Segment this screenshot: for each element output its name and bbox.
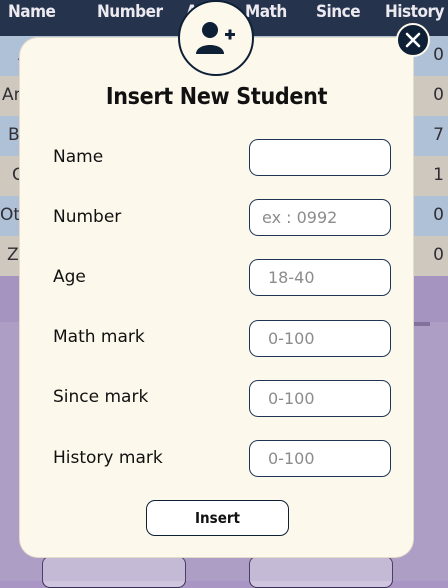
age-label: Age [53, 267, 86, 287]
insert-student-modal [20, 38, 413, 557]
modal-title: Insert New Student [105, 84, 328, 110]
number-input[interactable] [249, 199, 391, 236]
name-label: Name [53, 147, 104, 167]
close-icon [405, 32, 421, 48]
close-button[interactable] [396, 23, 430, 57]
insert-button[interactable]: Insert [146, 500, 289, 536]
math-mark-input[interactable] [249, 320, 391, 357]
since-mark-input[interactable] [249, 380, 391, 417]
add-user-icon [196, 22, 235, 54]
history-mark-label: History mark [53, 448, 163, 468]
history-mark-input[interactable] [249, 440, 391, 477]
number-label: Number [53, 207, 122, 227]
name-input[interactable] [249, 139, 391, 176]
age-input[interactable] [249, 259, 391, 296]
math-mark-label: Math mark [53, 327, 145, 347]
add-user-icon-circle [178, 0, 254, 76]
since-mark-label: Since mark [53, 387, 149, 407]
